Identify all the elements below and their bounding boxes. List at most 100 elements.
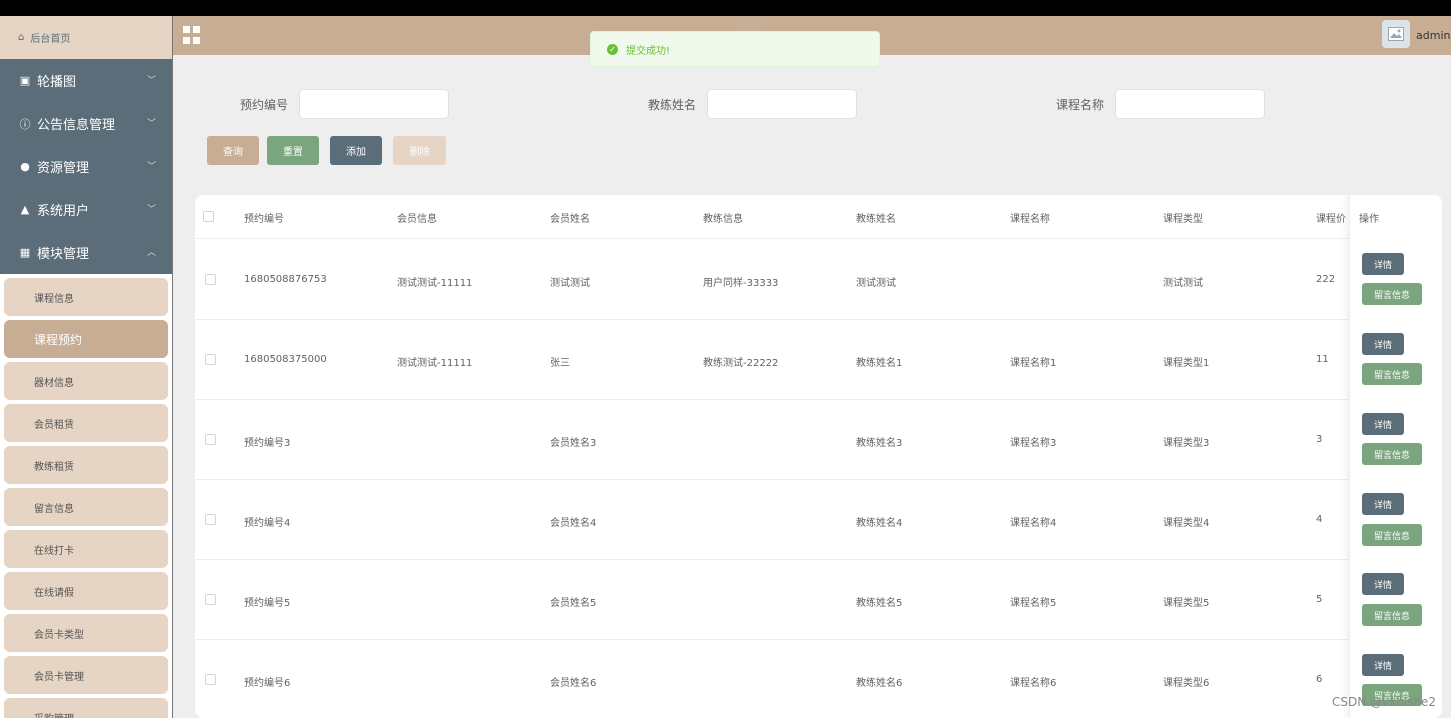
detail-button[interactable]: 详情 [1362, 654, 1404, 676]
sidebar-item-label: 轮播图 [37, 75, 77, 90]
submenu-item-course-info[interactable]: 课程信息 [4, 278, 168, 316]
table-row: 1680508375000 测试测试-11111 张三 教练测试-22222 教… [195, 320, 1442, 400]
message-button[interactable]: 留言信息 [1362, 363, 1422, 385]
cell-member-info: 测试测试-11111 [397, 358, 473, 369]
submenu-item-leave[interactable]: 在线请假 [4, 572, 168, 610]
table-row: 1680508876753 测试测试-11111 测试测试 用户同样-33333… [195, 240, 1442, 320]
select-all-checkbox[interactable] [203, 211, 214, 222]
message-button[interactable]: 留言信息 [1362, 443, 1422, 465]
submenu-label: 留言信息 [34, 503, 74, 515]
submenu-item-card-manage[interactable]: 会员卡管理 [4, 656, 168, 694]
message-button[interactable]: 留言信息 [1362, 524, 1422, 546]
row-checkbox[interactable] [205, 274, 216, 285]
cell-member-name: 会员姓名6 [550, 678, 597, 689]
sidebar-home-label: 后台首页 [30, 34, 71, 45]
cell-booking-no: 预约编号3 [244, 438, 291, 449]
search-label-coach-name: 教练姓名 [648, 98, 697, 112]
row-checkbox[interactable] [205, 354, 216, 365]
search-label-course-name: 课程名称 [1056, 98, 1105, 112]
sidebar-item-notice[interactable]: ⓘ 公告信息管理 ﹀ [0, 102, 172, 145]
cell-booking-no: 1680508876753 [244, 274, 327, 285]
cell-coach-name: 教练姓名4 [856, 518, 903, 529]
cell-course-type: 课程类型4 [1163, 518, 1210, 529]
location-icon: ● [20, 160, 30, 173]
avatar[interactable] [1382, 20, 1410, 48]
message-button[interactable]: 留言信息 [1362, 604, 1422, 626]
window-top-bar [0, 0, 1451, 16]
cell-course-type: 课程类型3 [1163, 438, 1210, 449]
chevron-down-icon: ﹀ [146, 162, 156, 172]
detail-button[interactable]: 详情 [1362, 413, 1404, 435]
column-header: 会员信息 [397, 214, 437, 225]
column-header: 教练信息 [703, 214, 743, 225]
table-row: 预约编号6 会员姓名6 教练姓名6 课程名称6 课程类型6 6 [195, 640, 1442, 718]
sidebar-item-resources[interactable]: ● 资源管理 ﹀ [0, 145, 172, 188]
sidebar-item-label: 模块管理 [37, 247, 90, 262]
row-checkbox[interactable] [205, 514, 216, 525]
reset-button[interactable]: 重置 [267, 136, 319, 165]
row-checkbox[interactable] [205, 594, 216, 605]
submenu-item-coach-rental[interactable]: 教练租赁 [4, 446, 168, 484]
submenu-label: 在线打卡 [34, 545, 74, 557]
cell-booking-no: 预约编号4 [244, 518, 291, 529]
submenu-item-equipment[interactable]: 器材信息 [4, 362, 168, 400]
message-button[interactable]: 留言信息 [1362, 283, 1422, 305]
chevron-up-icon: ︿ [146, 248, 156, 258]
sidebar-item-carousel[interactable]: ▣ 轮播图 ﹀ [0, 59, 172, 102]
data-table: 预约编号 会员信息 会员姓名 教练信息 教练姓名 课程名称 课程类型 课程价 1… [195, 195, 1442, 718]
submenu-label: 会员卡类型 [34, 629, 84, 641]
cell-course-name: 课程名称3 [1010, 438, 1057, 449]
cell-booking-no: 预约编号5 [244, 598, 291, 609]
submenu-item-messages[interactable]: 留言信息 [4, 488, 168, 526]
booking-no-input[interactable] [299, 89, 449, 119]
sidebar-item-home[interactable]: ⌂ 后台首页 [0, 16, 172, 59]
column-header: 预约编号 [244, 214, 284, 225]
submenu-label: 采购管理 [34, 710, 74, 718]
cell-course-price: 3 [1316, 434, 1323, 445]
column-header: 课程名称 [1010, 214, 1050, 225]
main-content: 预约编号 教练姓名 课程名称 查询 重置 添加 删除 预约编号 会员信息 会员姓… [173, 55, 1451, 718]
cell-booking-no: 预约编号6 [244, 678, 291, 689]
sidebar-item-label: 系统用户 [37, 204, 90, 219]
cell-course-price: 6 [1316, 674, 1323, 685]
cell-course-price: 222 [1316, 274, 1336, 285]
delete-button[interactable]: 删除 [393, 136, 446, 165]
cell-member-name: 会员姓名4 [550, 518, 597, 529]
submenu-label: 在线请假 [34, 587, 74, 599]
cell-member-name: 会员姓名5 [550, 598, 597, 609]
submenu-item-member-rental[interactable]: 会员租赁 [4, 404, 168, 442]
cell-course-type: 课程类型6 [1163, 678, 1210, 689]
image-icon [1388, 27, 1404, 41]
detail-button[interactable]: 详情 [1362, 493, 1404, 515]
sidebar-item-modules[interactable]: ▦ 模块管理 ︿ [0, 231, 172, 274]
cell-course-type: 课程类型5 [1163, 598, 1210, 609]
query-button[interactable]: 查询 [207, 136, 259, 165]
detail-button[interactable]: 详情 [1362, 573, 1404, 595]
info-icon: ⓘ [19, 117, 31, 131]
sidebar-item-label: 资源管理 [37, 161, 90, 176]
search-label-booking-no: 预约编号 [240, 98, 289, 112]
operations-column: 操作 详情 留言信息 详情 留言信息 详情 留言信息 详情 留言信息 详情 留言… [1349, 195, 1442, 718]
submenu-label: 课程信息 [34, 293, 74, 305]
add-button[interactable]: 添加 [330, 136, 382, 165]
submenu: 课程信息 课程预约 器材信息 会员租赁 教练租赁 留言信息 在线打卡 在线请假 … [0, 274, 172, 718]
coach-name-input[interactable] [707, 89, 857, 119]
row-checkbox[interactable] [205, 434, 216, 445]
menu-grid-icon[interactable] [183, 26, 201, 44]
submenu-item-course-booking[interactable]: 课程预约 [4, 320, 168, 358]
detail-button[interactable]: 详情 [1362, 253, 1404, 275]
cell-coach-name: 教练姓名3 [856, 438, 903, 449]
detail-button[interactable]: 详情 [1362, 333, 1404, 355]
submenu-item-card-type[interactable]: 会员卡类型 [4, 614, 168, 652]
submenu-label: 会员卡管理 [34, 671, 84, 683]
course-name-input[interactable] [1115, 89, 1265, 119]
submenu-item-checkin[interactable]: 在线打卡 [4, 530, 168, 568]
username[interactable]: admin [1416, 29, 1450, 42]
sidebar: ⌂ 后台首页 ▣ 轮播图 ﹀ ⓘ 公告信息管理 ﹀ ● 资源管理 ﹀ ▲ 系统用… [0, 16, 172, 718]
row-checkbox[interactable] [205, 674, 216, 685]
cell-course-price: 5 [1316, 594, 1323, 605]
submenu-item-purchase[interactable]: 采购管理 [4, 698, 168, 718]
cell-course-price: 11 [1316, 354, 1329, 365]
sidebar-item-users[interactable]: ▲ 系统用户 ﹀ [0, 188, 172, 231]
image-icon: ▣ [19, 74, 31, 87]
